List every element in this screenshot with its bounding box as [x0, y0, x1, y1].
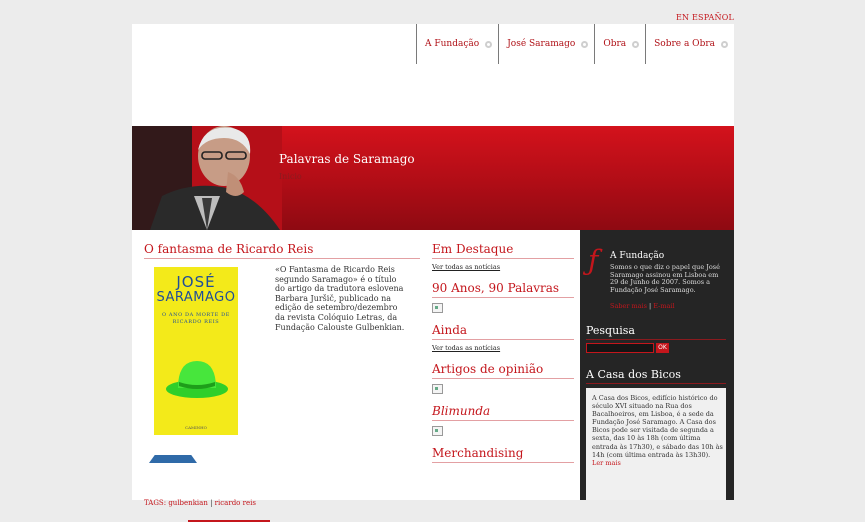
middle-column: Em Destaque Ver todas as notícias 90 Ano…	[432, 242, 574, 463]
section-title[interactable]: Artigos de opinião	[432, 362, 574, 379]
image-placeholder-icon[interactable]	[432, 384, 443, 394]
image-placeholder-icon[interactable]	[432, 303, 443, 313]
ler-mais-link[interactable]: Ler mais	[592, 459, 621, 467]
main-article: O fantasma de Ricardo Reis JOSÉ SARAMAGO…	[144, 242, 420, 445]
book-author-first: JOSÉ	[176, 273, 216, 291]
breadcrumb[interactable]: Inicio	[279, 172, 302, 181]
nav-label: Obra	[603, 39, 627, 49]
tag-link[interactable]: ricardo reis	[215, 499, 256, 507]
tags-label: TAGS:	[144, 499, 167, 507]
section-title[interactable]: Merchandising	[432, 446, 574, 463]
nav-arrow-icon	[581, 40, 589, 48]
tag-link[interactable]: gulbenkian	[168, 499, 208, 507]
nav-item-jose-saramago[interactable]: José Saramago	[498, 24, 594, 64]
article-excerpt: «O Fantasma de Ricardo Reis segundo Sara…	[275, 265, 405, 332]
saber-mais-link[interactable]: Saber mais	[610, 302, 647, 310]
nav-item-obra[interactable]: Obra	[594, 24, 645, 64]
article-title[interactable]: O fantasma de Ricardo Reis	[144, 242, 420, 259]
nav-arrow-icon	[721, 40, 728, 48]
casa-box: A Casa dos Bicos, edifício histórico do …	[586, 388, 726, 500]
author-portrait	[132, 126, 282, 230]
article-tags: TAGS: gulbenkian | ricardo reis	[144, 499, 256, 507]
book-cover[interactable]: JOSÉ SARAMAGO O ANO DA MORTE DE RICARDO …	[154, 267, 238, 435]
nav-label: A Fundação	[425, 39, 480, 49]
section-title[interactable]: Em Destaque	[432, 242, 574, 259]
banner-title: Palavras de Saramago	[279, 152, 415, 166]
casa-title: A Casa dos Bicos	[586, 368, 726, 384]
fundacao-text: Somos o que diz o papel que José Saramag…	[610, 263, 720, 294]
page-container: A Fundação José Saramago Obra Sobre a Ob…	[132, 24, 734, 522]
nav-label: Sobre a Obra	[654, 39, 715, 49]
article-body: JOSÉ SARAMAGO O ANO DA MORTE DE RICARDO …	[144, 265, 420, 445]
section-blimunda: Blimunda	[432, 404, 574, 440]
nav-arrow-icon	[485, 40, 493, 48]
header-banner: Palavras de Saramago Inicio	[132, 126, 734, 230]
hat-image	[166, 361, 228, 398]
section-title[interactable]: Blimunda	[432, 404, 574, 421]
fundacao-logo-icon: ƒ	[588, 244, 599, 277]
casa-text: A Casa dos Bicos, edifício histórico do …	[592, 394, 724, 467]
nav-item-sobre-a-obra[interactable]: Sobre a Obra	[645, 24, 734, 64]
casa-description: A Casa dos Bicos, edifício histórico do …	[592, 394, 723, 459]
section-title[interactable]: 90 Anos, 90 Palavras	[432, 281, 574, 298]
section-merchandising: Merchandising	[432, 446, 574, 463]
right-sidebar: ƒ A Fundação Somos o que diz o papel que…	[580, 230, 734, 500]
section-ainda: Ainda Ver todas as notícias	[432, 323, 574, 352]
all-news-link[interactable]: Ver todas as notícias	[432, 344, 574, 352]
search-title: Pesquisa	[586, 324, 726, 340]
nav-arrow-icon	[632, 40, 640, 48]
language-link[interactable]: EN ESPAÑOL	[676, 13, 734, 22]
fundacao-title: A Fundação	[610, 251, 665, 261]
nav-item-fundacao[interactable]: A Fundação	[416, 24, 498, 64]
book-author-last: SARAMAGO	[156, 290, 236, 305]
nav-label: José Saramago	[507, 39, 576, 49]
image-placeholder-icon[interactable]	[432, 426, 443, 436]
main-nav: A Fundação José Saramago Obra Sobre a Ob…	[416, 24, 734, 64]
book-subtitle: O ANO DA MORTE DE RICARDO REIS	[162, 312, 230, 325]
book-publisher: CAMINHO	[185, 425, 207, 430]
section-destaque: Em Destaque Ver todas as notícias	[432, 242, 574, 271]
section-title[interactable]: Ainda	[432, 323, 574, 340]
fundacao-links: Saber mais | E-mail	[610, 302, 675, 310]
email-link[interactable]: E-mail	[653, 302, 674, 310]
second-book-thumbnail[interactable]	[149, 455, 197, 463]
all-news-link[interactable]: Ver todas as notícias	[432, 263, 574, 271]
search-button[interactable]: OK	[656, 343, 669, 353]
search-input[interactable]	[586, 343, 654, 353]
section-90-anos: 90 Anos, 90 Palavras	[432, 281, 574, 317]
section-opiniao: Artigos de opinião	[432, 362, 574, 398]
